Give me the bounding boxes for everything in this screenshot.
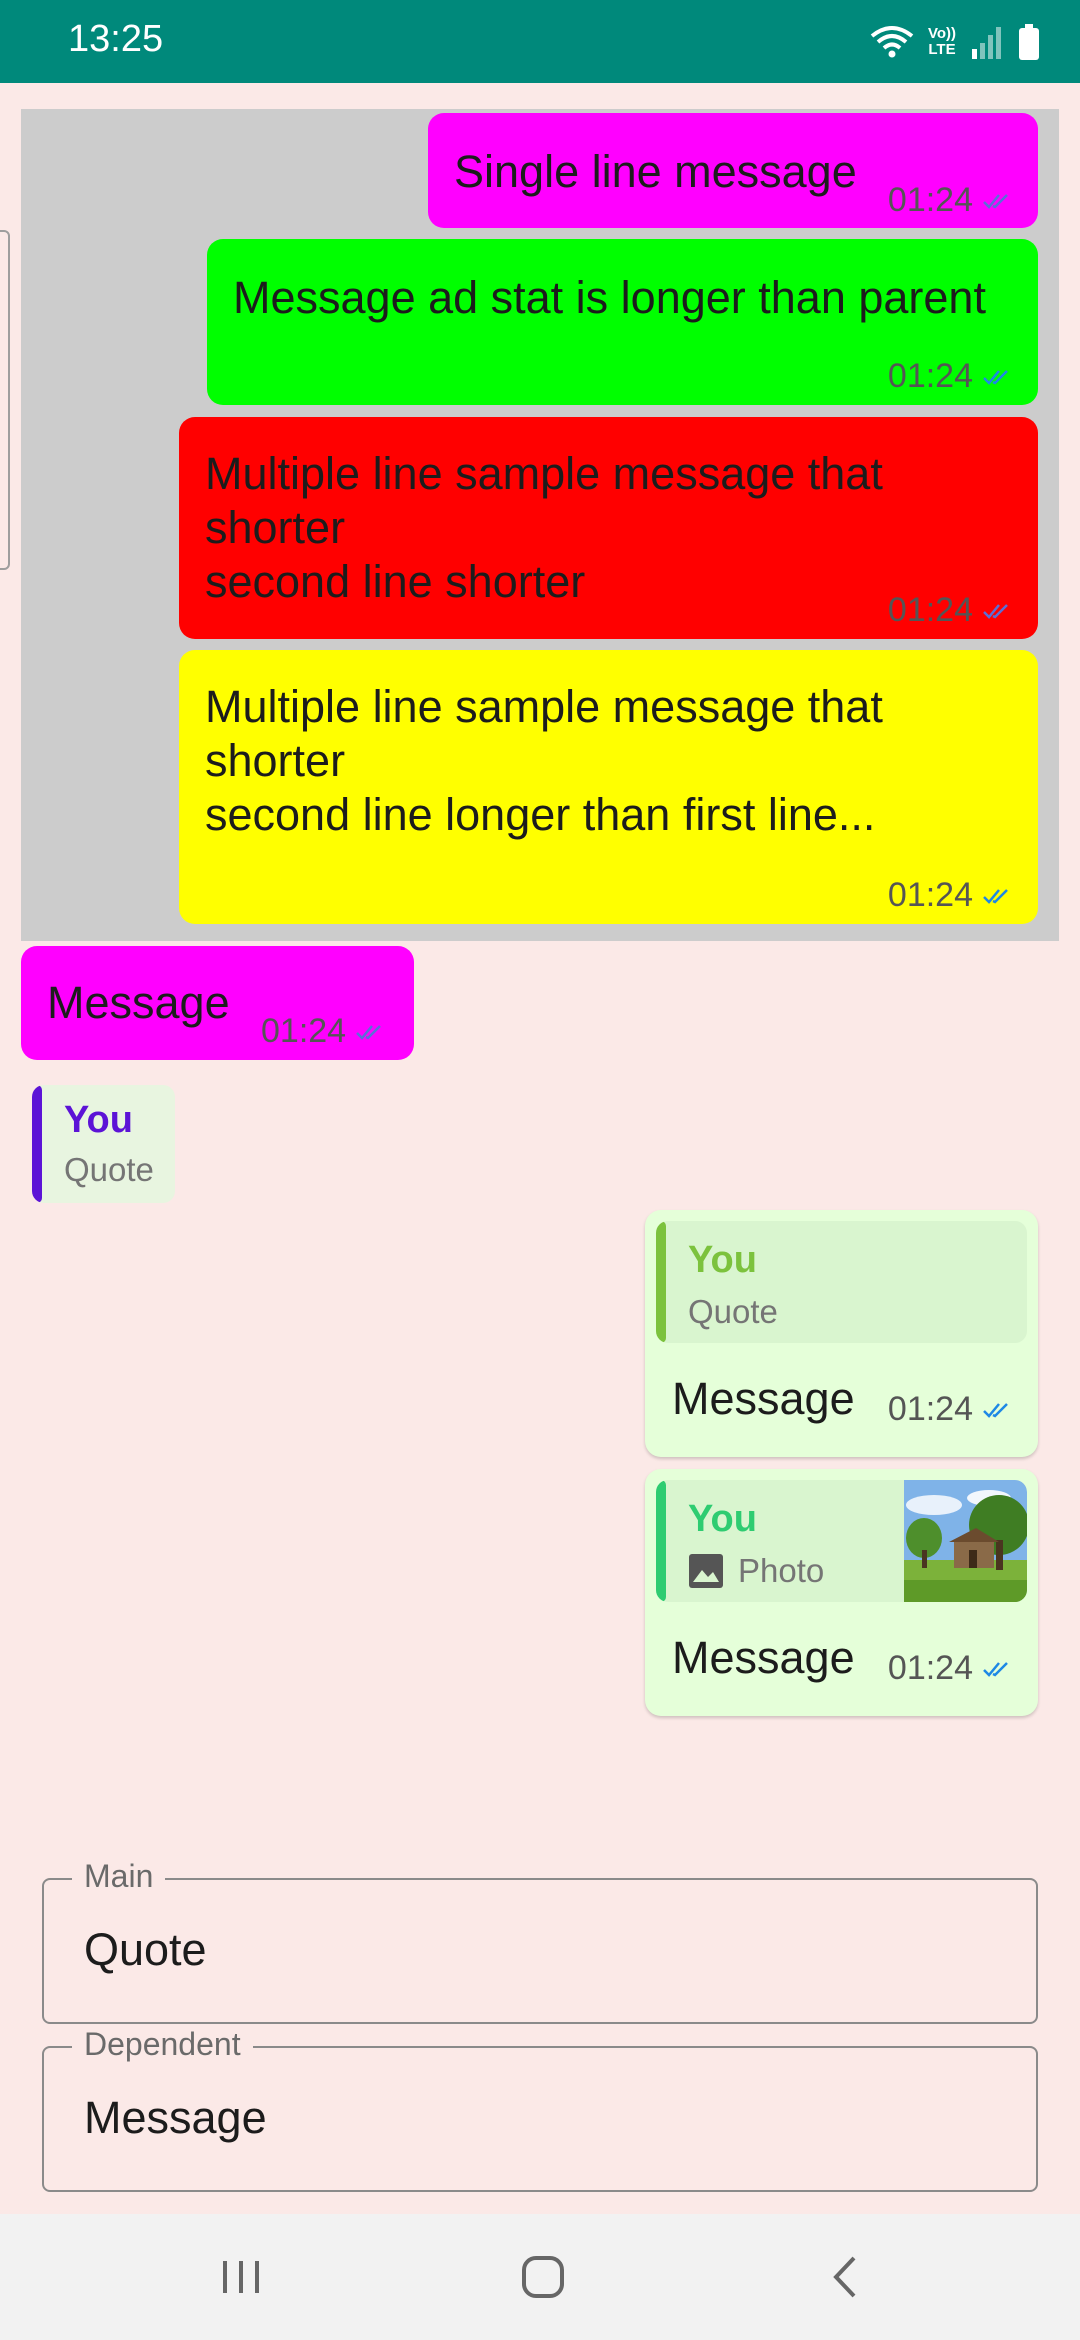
message-time: 01:24 bbox=[887, 1649, 973, 1687]
message-time: 01:24 bbox=[887, 591, 973, 629]
quote-preview[interactable]: You Quote bbox=[32, 1085, 175, 1203]
wifi-icon bbox=[870, 24, 914, 60]
message-time: 01:24 bbox=[261, 1012, 347, 1050]
dependent-field-label: Dependent bbox=[72, 2026, 253, 2063]
volte-top: Vo)) bbox=[927, 25, 956, 42]
message-meta: 01:24 bbox=[888, 591, 1013, 630]
message-text: Multiple line sample message that shorte… bbox=[205, 448, 883, 607]
main-field[interactable]: Main Quote bbox=[42, 1858, 1038, 2024]
double-check-icon bbox=[983, 193, 1008, 209]
message-meta: 01:24 bbox=[888, 181, 1013, 220]
navigation-bar bbox=[0, 2214, 1080, 2340]
back-button[interactable] bbox=[775, 2214, 915, 2340]
dependent-field-value[interactable]: Message bbox=[84, 2092, 267, 2144]
signal-icon bbox=[970, 25, 1004, 59]
status-bar: 13:25 Vo)) LTE bbox=[0, 0, 1080, 83]
scroll-handle[interactable] bbox=[0, 230, 10, 570]
message-meta: 01:24 bbox=[888, 357, 1013, 396]
message-meta: 01:24 bbox=[888, 1649, 1013, 1688]
volte-icon: Vo)) LTE bbox=[928, 26, 956, 58]
message-meta: 01:24 bbox=[888, 1390, 1013, 1429]
status-icons: Vo)) LTE bbox=[870, 20, 1040, 64]
main-field-label: Main bbox=[72, 1858, 166, 1895]
recents-icon bbox=[223, 2261, 259, 2293]
double-check-icon bbox=[983, 603, 1008, 619]
quote-text-label: Photo bbox=[738, 1552, 825, 1589]
message-bubble-magenta[interactable]: Single line message 01:24 bbox=[428, 113, 1038, 228]
battery-icon bbox=[1018, 24, 1040, 60]
quote-block[interactable]: You Quote bbox=[656, 1221, 1027, 1343]
message-text: Message ad stat is longer than parent bbox=[233, 272, 986, 323]
message-bubble-green[interactable]: Message ad stat is longer than parent 01… bbox=[207, 239, 1038, 405]
message-text: Message bbox=[672, 1632, 855, 1683]
message-text: Multiple line sample message that shorte… bbox=[205, 681, 883, 840]
quote-accent-bar bbox=[656, 1221, 666, 1343]
message-time: 01:24 bbox=[887, 181, 973, 219]
home-button[interactable] bbox=[473, 2214, 613, 2340]
quote-text: Quote bbox=[688, 1293, 778, 1331]
quoted-message[interactable]: You Quote Message 01:24 bbox=[645, 1210, 1038, 1457]
quote-text: Photo bbox=[688, 1552, 824, 1590]
message-bubble-single[interactable]: Message 01:24 bbox=[21, 946, 414, 1060]
main-field-value[interactable]: Quote bbox=[84, 1924, 207, 1976]
message-text: Message bbox=[47, 977, 230, 1028]
photo-thumbnail[interactable] bbox=[904, 1480, 1027, 1602]
message-meta: 01:24 bbox=[261, 1012, 386, 1051]
message-bubble-red[interactable]: Multiple line sample message that shorte… bbox=[179, 417, 1038, 639]
double-check-icon bbox=[983, 1661, 1008, 1677]
quote-author: You bbox=[64, 1099, 133, 1141]
quoted-photo-message[interactable]: You Photo Message 01:24 bbox=[645, 1469, 1038, 1716]
quote-accent-bar bbox=[32, 1085, 42, 1203]
message-bubble-yellow[interactable]: Multiple line sample message that shorte… bbox=[179, 650, 1038, 924]
quote-text: Quote bbox=[64, 1151, 154, 1188]
quote-author: You bbox=[688, 1239, 757, 1281]
message-meta: 01:24 bbox=[888, 876, 1013, 915]
quote-text-label: Quote bbox=[688, 1293, 778, 1330]
double-check-icon bbox=[983, 369, 1008, 385]
message-time: 01:24 bbox=[887, 1390, 973, 1428]
home-icon bbox=[522, 2256, 564, 2298]
message-time: 01:24 bbox=[887, 357, 973, 395]
double-check-icon bbox=[983, 888, 1008, 904]
quote-accent-bar bbox=[656, 1480, 666, 1602]
dependent-field[interactable]: Dependent Message bbox=[42, 2026, 1038, 2192]
quote-author: You bbox=[688, 1498, 757, 1540]
quote-block[interactable]: You Photo bbox=[656, 1480, 1027, 1602]
message-time: 01:24 bbox=[887, 876, 973, 914]
double-check-icon bbox=[356, 1024, 381, 1040]
message-text: Single line message bbox=[454, 146, 857, 197]
recents-button[interactable] bbox=[171, 2214, 311, 2340]
double-check-icon bbox=[983, 1402, 1008, 1418]
back-icon bbox=[833, 2256, 856, 2298]
status-time: 13:25 bbox=[68, 18, 164, 60]
volte-bottom: LTE bbox=[928, 41, 956, 58]
message-text: Message bbox=[672, 1373, 855, 1424]
image-icon bbox=[689, 1554, 723, 1588]
